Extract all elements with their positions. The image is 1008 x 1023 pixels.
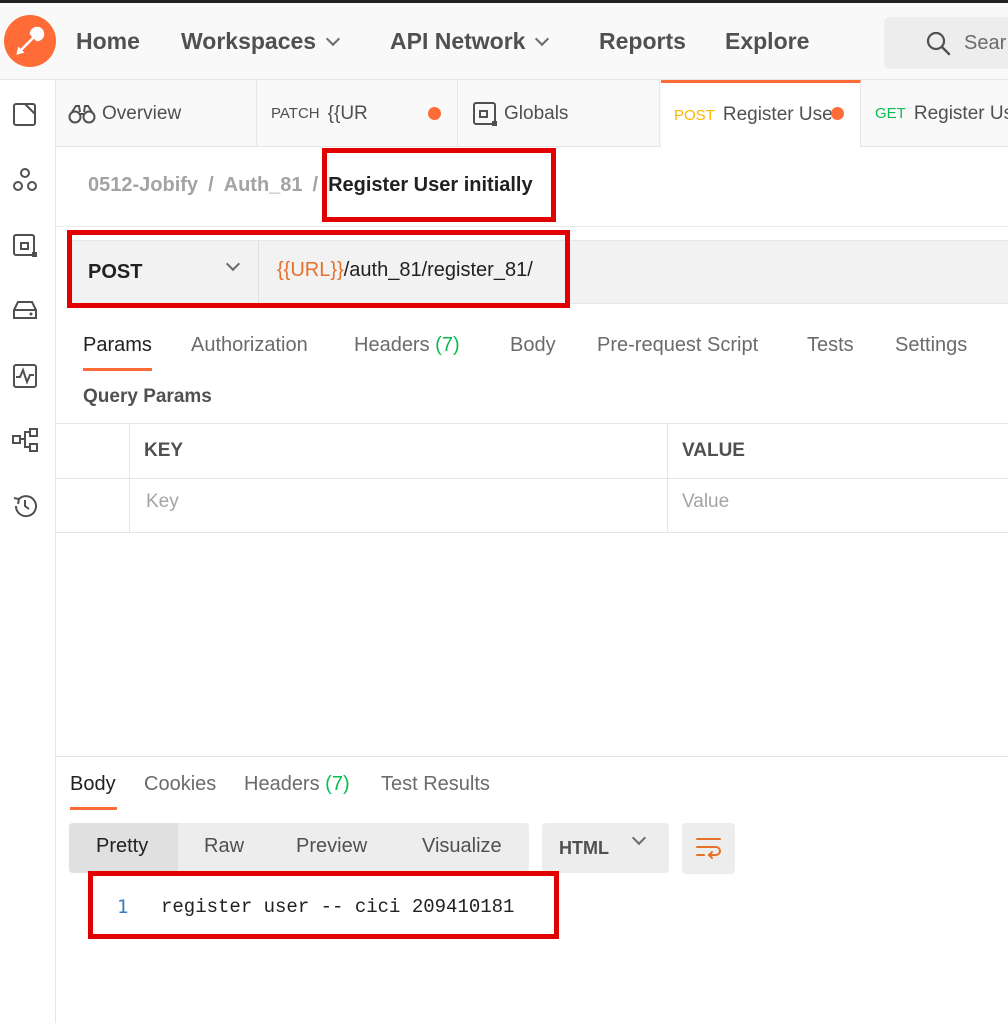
tab-params[interactable]: Params: [83, 334, 152, 357]
nav-api-network[interactable]: API Network: [390, 28, 550, 55]
tab-tests[interactable]: Tests: [807, 334, 854, 357]
tab-settings[interactable]: Settings: [895, 334, 967, 357]
breadcrumb-folder[interactable]: Auth_81: [224, 174, 303, 197]
nav-home[interactable]: Home: [76, 28, 140, 55]
binoculars-icon: [68, 104, 96, 123]
wrap-lines-icon: [696, 838, 721, 859]
chevron-down-icon: [326, 31, 341, 46]
headers-count: (7): [435, 334, 460, 356]
headers-count: (7): [325, 773, 350, 795]
search-icon: [926, 31, 951, 56]
format-select[interactable]: HTML: [542, 823, 669, 873]
apis-icon[interactable]: [11, 166, 39, 194]
breadcrumb-collection[interactable]: 0512-Jobify: [88, 174, 198, 197]
tab-body[interactable]: Body: [510, 334, 556, 357]
history-icon[interactable]: [11, 492, 39, 520]
key-input[interactable]: Key: [129, 479, 667, 532]
left-sidebar: [0, 80, 56, 1023]
mock-servers-icon[interactable]: [11, 296, 39, 324]
value-header-cell: VALUE: [667, 424, 1008, 478]
tab-headers[interactable]: Headers (7): [354, 334, 460, 357]
response-tab-body[interactable]: Body: [70, 773, 116, 796]
chevron-down-icon: [535, 31, 550, 46]
tab-get-register-user[interactable]: GET Register Us: [861, 80, 1008, 147]
tab-patch-request[interactable]: PATCH {{UR: [257, 80, 458, 147]
divider: [56, 226, 1008, 227]
view-visualize[interactable]: Visualize: [422, 835, 502, 858]
tab-pre-request-script[interactable]: Pre-request Script: [597, 334, 758, 357]
tab-globals[interactable]: Globals: [458, 80, 660, 147]
breadcrumb-separator: /: [312, 174, 319, 196]
response-tab-headers[interactable]: Headers (7): [244, 773, 350, 796]
environments-icon[interactable]: [11, 232, 39, 260]
query-params-table: KEY VALUE Key Value: [56, 423, 1008, 533]
collections-icon[interactable]: [11, 100, 39, 128]
active-tab-underline: [83, 368, 152, 371]
view-mode-switch: Pretty Raw Preview Visualize: [69, 823, 529, 873]
table-row: Key Value: [56, 478, 1008, 533]
app-header: Home Workspaces API Network Reports Expl…: [0, 3, 1008, 80]
query-params-title: Query Params: [83, 386, 212, 407]
flows-icon[interactable]: [11, 426, 39, 454]
annotation-box-response: [88, 871, 559, 939]
unsaved-dot-icon: [831, 107, 844, 120]
value-input[interactable]: Value: [667, 479, 1008, 532]
search-input[interactable]: Sear: [884, 17, 1008, 69]
search-placeholder: Sear: [964, 32, 1007, 54]
key-header-cell: KEY: [129, 424, 667, 478]
request-tabs-bar: Overview PATCH {{UR Globals POST Registe…: [56, 80, 1008, 147]
method-label: PATCH: [271, 105, 320, 122]
wrap-lines-button[interactable]: [682, 823, 735, 874]
tab-overview[interactable]: Overview: [56, 80, 257, 147]
breadcrumb-separator: /: [208, 174, 214, 196]
view-preview[interactable]: Preview: [296, 835, 367, 858]
method-label: GET: [875, 105, 906, 122]
tab-post-register-user[interactable]: POST Register Use: [661, 80, 861, 147]
globals-icon: [473, 101, 497, 126]
nav-explore[interactable]: Explore: [725, 28, 809, 55]
postman-logo-icon[interactable]: [4, 15, 56, 67]
nav-workspaces[interactable]: Workspaces: [181, 28, 341, 55]
response-tab-cookies[interactable]: Cookies: [144, 773, 216, 796]
view-raw[interactable]: Raw: [204, 835, 244, 858]
method-label: POST: [674, 106, 715, 124]
nav-reports[interactable]: Reports: [599, 28, 686, 55]
response-divider: [56, 756, 1008, 757]
table-header-row: KEY VALUE: [56, 423, 1008, 478]
annotation-box-request-name: [322, 148, 556, 222]
active-tab-underline: [70, 807, 117, 810]
view-pretty[interactable]: Pretty: [96, 835, 148, 858]
monitors-icon[interactable]: [11, 362, 39, 390]
annotation-box-url: [67, 230, 570, 308]
chevron-down-icon: [631, 830, 647, 846]
tab-authorization[interactable]: Authorization: [191, 334, 308, 357]
response-tab-test-results[interactable]: Test Results: [381, 773, 490, 796]
unsaved-dot-icon: [428, 107, 441, 120]
